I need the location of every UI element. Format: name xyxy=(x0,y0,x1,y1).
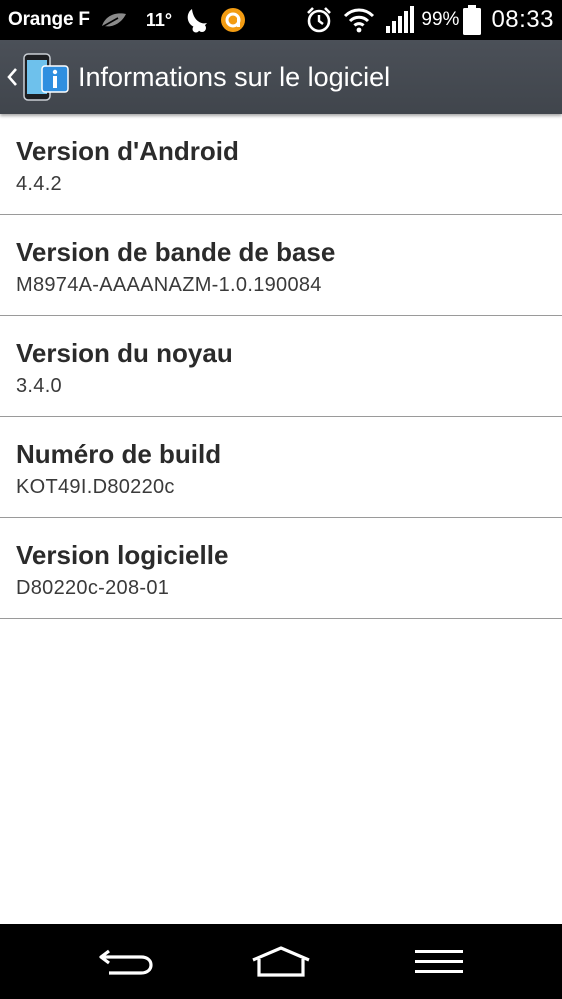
home-icon[interactable] xyxy=(236,924,326,999)
item-title: Version de bande de base xyxy=(16,237,336,267)
list-item-kernel-version[interactable]: Version du noyau 3.4.0 xyxy=(0,316,562,417)
item-title: Version du noyau xyxy=(16,338,233,368)
list-item-baseband-version[interactable]: Version de bande de base M8974A-AAAANAZM… xyxy=(0,215,562,316)
navigation-bar xyxy=(0,924,562,999)
back-icon[interactable] xyxy=(80,924,170,999)
item-title: Numéro de build xyxy=(16,439,222,469)
item-value: D80220c-208-01 xyxy=(16,577,170,599)
leaf-icon xyxy=(100,10,128,30)
software-info-icon xyxy=(22,49,70,105)
menu-icon[interactable] xyxy=(394,924,484,999)
page-title: Informations sur le logiciel xyxy=(78,61,391,92)
item-title: Version d'Android xyxy=(16,136,239,166)
list-item-android-version[interactable]: Version d'Android 4.4.2 xyxy=(0,114,562,215)
status-left: Orange F 11° xyxy=(8,0,246,40)
list-item-build-number[interactable]: Numéro de build KOT49I.D80220c xyxy=(0,417,562,518)
list-item-software-version[interactable]: Version logicielle D80220c-208-01 xyxy=(0,518,562,619)
status-right: 99% 08:33 xyxy=(295,0,554,40)
battery-percent: 99% xyxy=(421,9,460,30)
notification-app-icon xyxy=(220,7,246,33)
settings-list: Version d'Android 4.4.2 Version de bande… xyxy=(0,114,562,619)
wifi-icon xyxy=(343,7,375,33)
item-value: M8974A-AAAANAZM-1.0.190084 xyxy=(16,274,322,296)
item-value: 4.4.2 xyxy=(16,173,62,195)
item-value: 3.4.0 xyxy=(16,375,62,397)
battery-icon xyxy=(463,5,482,35)
alarm-icon xyxy=(305,6,333,34)
weather-moon-icon xyxy=(182,7,210,33)
temperature: 11° xyxy=(145,9,173,30)
item-value: KOT49I.D80220c xyxy=(16,476,175,498)
signal-icon xyxy=(385,6,415,34)
carrier-name: Orange F xyxy=(8,9,90,30)
action-bar[interactable]: Informations sur le logiciel xyxy=(0,40,562,114)
clock: 08:33 xyxy=(491,6,554,33)
status-bar: Orange F 11° 99% 08:33 xyxy=(0,0,562,40)
chevron-left-icon[interactable] xyxy=(2,40,22,114)
item-title: Version logicielle xyxy=(16,540,229,570)
